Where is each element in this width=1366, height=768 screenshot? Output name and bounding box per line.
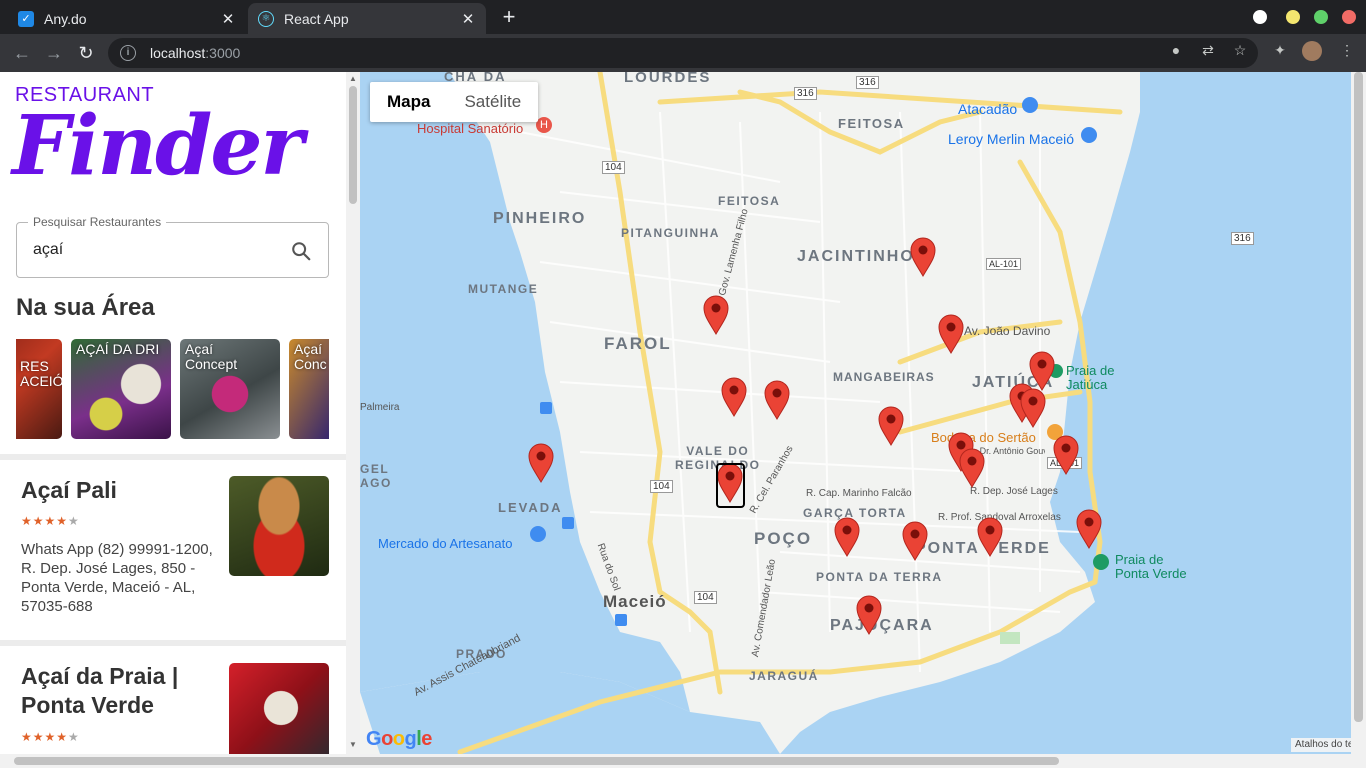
google-logo: Google — [366, 728, 432, 750]
nearby-thumb-label: Açaí Concept — [185, 341, 238, 372]
page-vertical-scrollbar[interactable] — [1351, 72, 1366, 754]
close-window-button[interactable] — [1342, 10, 1356, 24]
sidebar-scroll-thumb[interactable] — [349, 86, 357, 204]
keyboard-shortcuts-link[interactable]: Atalhos do teclado — [1291, 738, 1351, 752]
restaurant-marker[interactable] — [856, 595, 882, 635]
url-host: localhost — [150, 45, 206, 61]
restaurant-marker[interactable] — [959, 448, 985, 488]
search-field[interactable]: Pesquisar Restaurantes açaí — [16, 215, 329, 278]
page-content: RESTAURANT Finder Pesquisar Restaurantes… — [0, 72, 1366, 768]
restaurant-marker[interactable] — [834, 517, 860, 557]
restaurant-name: Açaí da Praia | Ponta Verde — [21, 663, 179, 718]
tab-anydo[interactable]: ✓ Any.do ✕ — [8, 3, 246, 34]
maximize-button[interactable] — [1314, 10, 1328, 24]
brand-logo: Finder — [12, 98, 304, 194]
restaurant-marker[interactable] — [1053, 435, 1079, 475]
extensions-icon[interactable]: ✦ — [1271, 41, 1289, 59]
nearby-carousel: RES ACEIÓ AÇAÍ DA DRI Açaí Concept Açaí … — [16, 339, 329, 439]
restaurant-marker[interactable] — [878, 406, 904, 446]
sidebar: RESTAURANT Finder Pesquisar Restaurantes… — [0, 72, 346, 754]
nearby-thumb[interactable]: AÇAÍ DA DRI — [71, 339, 171, 439]
restaurant-marker[interactable] — [910, 237, 936, 277]
restaurant-marker[interactable] — [721, 377, 747, 417]
url-port: :3000 — [205, 45, 241, 61]
address-bar[interactable]: i localhost:3000 — [108, 38, 1258, 68]
react-favicon-icon: ⚛ — [258, 10, 274, 27]
map[interactable]: CHÃ DA LOURDES Hospital Sanatório FEITOS… — [360, 72, 1351, 754]
restaurant-marker[interactable] — [764, 380, 790, 420]
restaurant-marker[interactable] — [1076, 509, 1102, 549]
restaurant-marker[interactable] — [528, 443, 554, 483]
restaurant-marker[interactable] — [902, 521, 928, 561]
nearby-thumb[interactable]: RES ACEIÓ — [16, 339, 62, 439]
search-input[interactable]: açaí — [33, 241, 63, 259]
restaurant-marker[interactable] — [1020, 388, 1046, 428]
search-label: Pesquisar Restaurantes — [28, 215, 167, 229]
restaurant-photo — [229, 663, 329, 754]
scroll-down-icon[interactable]: ▼ — [346, 740, 360, 752]
sidebar-scrollbar[interactable]: ▲ ▼ — [346, 72, 360, 754]
restaurant-name: Açaí Pali — [21, 477, 117, 503]
marker-layer — [528, 237, 1102, 635]
restaurant-marker[interactable] — [717, 463, 743, 503]
forward-button[interactable]: → — [42, 41, 66, 65]
nearby-thumb-label: RES ACEIÓ — [20, 358, 62, 389]
browser-toolbar: ← → ↻ i localhost:3000 ● ⇄ ☆ ✦ ⋮ — [0, 34, 1366, 72]
minimize-button[interactable] — [1286, 10, 1300, 24]
map-type-control: Mapa Satélite — [370, 82, 539, 122]
restaurant-card[interactable]: Açaí Pali ★★★★★ Whats App (82) 99991-120… — [0, 460, 346, 640]
restaurant-rating-stars: ★★★★★ — [21, 514, 80, 528]
bookmark-star-icon[interactable]: ☆ — [1231, 41, 1249, 59]
map-type-map-button[interactable]: Mapa — [370, 82, 447, 122]
map-type-satellite-button[interactable]: Satélite — [447, 82, 538, 122]
tab-react-app[interactable]: ⚛ React App ✕ — [248, 3, 486, 34]
anydo-favicon-icon: ✓ — [18, 10, 34, 27]
tab-close-icon[interactable]: ✕ — [220, 10, 236, 28]
nearby-thumb[interactable]: Açaí Concept — [180, 339, 280, 439]
scroll-up-icon[interactable]: ▲ — [346, 74, 360, 86]
tab-title: React App — [284, 10, 349, 27]
restaurant-rating-stars: ★★★★★ — [21, 730, 80, 744]
nearby-section-title: Na sua Área — [16, 294, 155, 321]
location-icon[interactable]: ● — [1167, 41, 1185, 59]
tab-strip: ✓ Any.do ✕ ⚛ React App ✕ + — [0, 0, 1366, 34]
restaurant-marker[interactable] — [1029, 351, 1055, 391]
nearby-thumb-label: AÇAÍ DA DRI — [76, 341, 160, 357]
restaurant-marker[interactable] — [938, 314, 964, 354]
restaurant-card[interactable]: Açaí da Praia | Ponta Verde ★★★★★ — [0, 646, 346, 754]
restaurant-photo — [229, 476, 329, 576]
restaurant-marker[interactable] — [977, 517, 1003, 557]
page-scroll-thumb[interactable] — [1354, 72, 1363, 722]
page-horizontal-scrollbar[interactable] — [0, 754, 1366, 768]
translate-icon[interactable]: ⇄ — [1199, 41, 1217, 59]
tab-search-icon[interactable] — [1253, 10, 1267, 24]
page-hscroll-thumb[interactable] — [14, 757, 1059, 765]
tab-close-icon[interactable]: ✕ — [460, 10, 476, 28]
nearby-thumb-label: Açaí Conc — [294, 341, 327, 372]
restaurant-address: Whats App (82) 99991-1200, R. Dep. José … — [21, 541, 213, 615]
restaurant-marker[interactable] — [703, 295, 729, 335]
reload-button[interactable]: ↻ — [74, 41, 98, 65]
new-tab-button[interactable]: + — [498, 6, 520, 28]
site-info-icon[interactable]: i — [120, 45, 136, 61]
search-icon[interactable] — [290, 240, 312, 262]
nearby-thumb[interactable]: Açaí Conc — [289, 339, 329, 439]
tab-title: Any.do — [44, 10, 87, 27]
profile-avatar[interactable] — [1302, 41, 1322, 61]
back-button[interactable]: ← — [10, 41, 34, 65]
menu-icon[interactable]: ⋮ — [1338, 41, 1356, 59]
